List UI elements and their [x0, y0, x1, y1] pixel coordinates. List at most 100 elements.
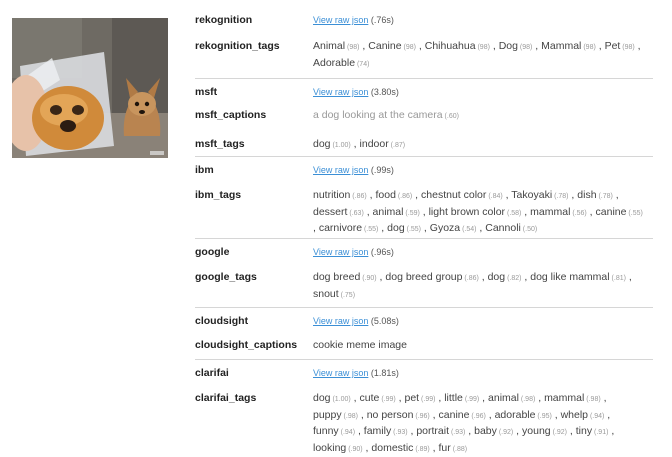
- tag-item: dish (.78): [577, 189, 613, 201]
- tag-item: light brown color (.58): [429, 206, 522, 218]
- tag-text: dog: [313, 392, 331, 404]
- tag-item: cute (.99): [360, 392, 396, 404]
- tag-score: (1.00): [330, 396, 351, 403]
- tag-text: dish: [577, 189, 597, 201]
- service-label: ibm_tags: [195, 189, 242, 201]
- tag-item: chestnut color (.84): [421, 189, 503, 201]
- tag-score: (.63): [347, 209, 364, 217]
- service-label: cloudsight: [195, 315, 249, 327]
- caption-text: cookie meme image: [313, 339, 407, 351]
- service-label: cloudsight_captions: [195, 339, 298, 351]
- tag-score: (.86): [350, 193, 367, 200]
- tag-item: canine (.96): [439, 409, 486, 421]
- result-row-msft: msft View raw json (3.80s): [195, 78, 653, 103]
- tag-text: dog like mammal: [530, 271, 610, 283]
- tag-text: Cannoli: [485, 222, 521, 234]
- service-label: rekognition: [195, 14, 253, 26]
- tag-text: dog breed: [313, 271, 361, 283]
- tag-text: baby: [474, 425, 497, 437]
- tag-score: (.78): [552, 193, 569, 200]
- tag-item: fur (.88): [439, 442, 468, 454]
- response-time: (5.08s): [368, 316, 399, 326]
- tag-score: (.94): [338, 429, 356, 436]
- tag-item: Pet (98): [605, 40, 635, 52]
- result-value: View raw json (.99s): [313, 163, 647, 178]
- tag-score: (.94): [588, 412, 605, 420]
- result-row-rekognition: rekognition View raw json (.76s): [195, 7, 653, 32]
- view-raw-json-link[interactable]: View raw json: [313, 368, 368, 378]
- result-value: View raw json (1.81s): [313, 366, 647, 381]
- tag-text: nutrition: [313, 189, 351, 201]
- tag-score: (.55): [404, 226, 422, 233]
- result-row-ibm: ibm View raw json (.99s): [195, 156, 653, 182]
- tag-text: canine: [595, 205, 627, 218]
- tag-score: (.93): [391, 429, 408, 436]
- tag-score: (.92): [550, 429, 567, 436]
- result-row-msft-captions: msft_captions a dog looking at the camera…: [195, 102, 653, 130]
- tag-item: dog (.55): [387, 222, 421, 234]
- tag-text: Canine: [368, 40, 402, 52]
- result-value: View raw json (3.80s): [313, 85, 647, 100]
- tag-item: puppy (.98): [313, 409, 358, 421]
- tag-text: Animal: [313, 40, 346, 52]
- view-raw-json-link[interactable]: View raw json: [313, 15, 368, 25]
- tag-score: (.92): [496, 429, 514, 436]
- view-raw-json-link[interactable]: View raw json: [313, 247, 368, 257]
- tag-score: (.98): [584, 396, 601, 403]
- tag-item: mammal (.56): [530, 206, 587, 218]
- tag-score: (.55): [626, 209, 643, 217]
- tag-item: Animal (98): [313, 40, 360, 52]
- tag-item: Cannoli (.50): [485, 222, 537, 234]
- tag-score: (.56): [570, 209, 587, 217]
- view-raw-json-link[interactable]: View raw json: [313, 165, 368, 175]
- tag-item: dog breed group (.86): [385, 271, 478, 283]
- tag-text: pet: [404, 392, 420, 404]
- tag-item: carnivore (.55): [319, 222, 379, 234]
- tag-score: (.96): [469, 412, 486, 420]
- tag-text: no person: [366, 408, 414, 421]
- tag-score: (.98): [518, 396, 536, 403]
- service-label: msft: [195, 86, 218, 98]
- tag-text: whelp: [560, 408, 589, 421]
- tag-text: snout: [313, 287, 339, 300]
- tag-item: food (.86): [375, 189, 412, 201]
- tag-score: (.54): [460, 226, 477, 233]
- view-raw-json-link[interactable]: View raw json: [313, 316, 368, 326]
- tag-text: carnivore: [318, 222, 363, 234]
- tag-item: baby (.92): [474, 425, 513, 437]
- tag-item: no person (.96): [367, 409, 430, 421]
- tag-score: (1.00): [330, 142, 351, 149]
- result-value: nutrition (.86) , food (.86) , chestnut …: [313, 189, 643, 234]
- tag-item: little (.99): [444, 392, 479, 404]
- tag-text: Chihuahua: [424, 40, 476, 52]
- tag-item: dog (1.00): [313, 138, 351, 150]
- tag-text: animal: [372, 205, 404, 218]
- tag-item: snout (.75): [313, 288, 355, 300]
- tag-score: (98): [345, 44, 360, 51]
- tag-text: tiny: [575, 425, 593, 437]
- result-row-cloudsight: cloudsight View raw json (5.08s): [195, 307, 653, 333]
- view-raw-json-link[interactable]: View raw json: [313, 87, 368, 97]
- service-label: ibm: [195, 164, 214, 176]
- service-label: google_tags: [195, 271, 257, 283]
- tag-text: dog: [313, 138, 331, 150]
- caption-text: a dog looking at the camera: [313, 109, 443, 121]
- tag-score: (.95): [535, 412, 552, 420]
- result-value: dog breed (.90) , dog breed group (.86) …: [313, 271, 632, 300]
- tag-item: Gyoza (.54): [430, 222, 477, 234]
- tag-text: chestnut color: [421, 189, 487, 201]
- tag-score: (.59): [403, 209, 420, 217]
- service-label: msft_captions: [195, 109, 267, 121]
- tag-item: dog like mammal (.81): [530, 271, 626, 283]
- tag-item: dog (.82): [488, 271, 522, 283]
- result-value: cookie meme image: [313, 338, 647, 353]
- tag-text: family: [363, 425, 392, 437]
- tag-text: young: [522, 425, 551, 437]
- tag-score: (.75): [338, 291, 356, 299]
- result-value: dog (1.00) , cute (.99) , pet (.99) , li…: [313, 392, 615, 454]
- tag-text: looking: [313, 441, 347, 454]
- tag-item: nutrition (.86): [313, 189, 367, 201]
- result-value: View raw json (5.08s): [313, 314, 647, 329]
- tag-text: light brown color: [428, 205, 506, 218]
- result-row-google-tags: google_tags dog breed (.90) , dog breed g…: [195, 263, 653, 307]
